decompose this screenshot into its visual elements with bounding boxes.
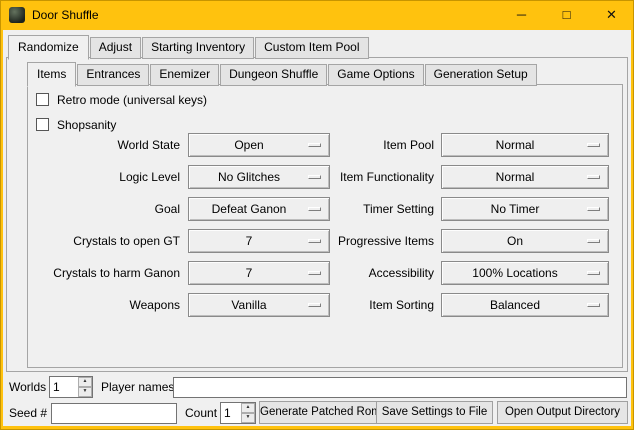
window-body: Randomize Adjust Starting Inventory Cust… [3, 30, 631, 426]
tab-randomize[interactable]: Randomize [8, 35, 89, 60]
maximize-icon[interactable]: □ [544, 0, 589, 30]
item-pool-value: Normal [446, 134, 584, 156]
tab-starting-inventory[interactable]: Starting Inventory [142, 37, 254, 59]
retro-mode-checkbox[interactable] [36, 93, 49, 106]
settings-row-3: Goal Defeat Ganon Timer Setting No Timer [28, 197, 622, 221]
shopsanity-label: Shopsanity [57, 118, 116, 132]
settings-row-4: Crystals to open GT 7 Progressive Items … [28, 229, 622, 253]
app-window: Door Shuffle ─ □ ✕ Randomize Adjust Star… [0, 0, 634, 430]
spin-down-icon[interactable]: ▼ [241, 413, 255, 423]
tab-items[interactable]: Items [27, 62, 76, 87]
goal-label: Goal [28, 197, 180, 221]
progressive-items-label: Progressive Items [280, 229, 434, 253]
window-title: Door Shuffle [32, 0, 99, 30]
item-sorting-label: Item Sorting [280, 293, 434, 317]
tab-generation-setup[interactable]: Generation Setup [425, 64, 537, 86]
close-icon[interactable]: ✕ [589, 0, 634, 30]
accessibility-value: 100% Locations [446, 262, 584, 284]
player-names-label: Player names [101, 376, 174, 398]
item-pool-dropdown[interactable]: Normal [441, 133, 609, 157]
dropdown-indicator-icon [587, 239, 600, 243]
settings-row-6: Weapons Vanilla Item Sorting Balanced [28, 293, 622, 317]
progressive-items-dropdown[interactable]: On [441, 229, 609, 253]
spin-up-icon[interactable]: ▲ [78, 377, 92, 387]
save-settings-button[interactable]: Save Settings to File [376, 401, 493, 424]
item-sorting-value: Balanced [446, 294, 584, 316]
settings-row-2: Logic Level No Glitches Item Functionali… [28, 165, 622, 189]
progressive-items-value: On [446, 230, 584, 252]
item-sorting-dropdown[interactable]: Balanced [441, 293, 609, 317]
window-controls: ─ □ ✕ [499, 0, 634, 30]
dropdown-indicator-icon [587, 207, 600, 211]
logic-level-label: Logic Level [28, 165, 180, 189]
timer-setting-dropdown[interactable]: No Timer [441, 197, 609, 221]
retro-mode-row: Retro mode (universal keys) [36, 91, 207, 108]
timer-setting-label: Timer Setting [280, 197, 434, 221]
tab-enemizer[interactable]: Enemizer [150, 64, 219, 86]
spin-up-icon[interactable]: ▲ [241, 403, 255, 413]
settings-row-5: Crystals to harm Ganon 7 Accessibility 1… [28, 261, 622, 285]
tab-custom-item-pool[interactable]: Custom Item Pool [255, 37, 368, 59]
minimize-icon[interactable]: ─ [499, 0, 544, 30]
tab-game-options[interactable]: Game Options [328, 64, 423, 86]
seed-input[interactable] [51, 403, 177, 424]
timer-setting-value: No Timer [446, 198, 584, 220]
crystals-open-gt-label: Crystals to open GT [28, 229, 180, 253]
items-pane: Retro mode (universal keys) Shopsanity W… [27, 84, 623, 368]
item-pool-label: Item Pool [280, 133, 434, 157]
worlds-spinbox[interactable]: 1 ▲ ▼ [49, 376, 93, 398]
count-spinbox[interactable]: 1 ▲ ▼ [220, 402, 256, 424]
count-value: 1 [221, 403, 241, 423]
worlds-label: Worlds [9, 376, 46, 398]
dropdown-indicator-icon [587, 271, 600, 275]
shopsanity-checkbox[interactable] [36, 118, 49, 131]
spin-down-icon[interactable]: ▼ [78, 387, 92, 397]
world-state-label: World State [28, 133, 180, 157]
player-names-input[interactable] [173, 377, 627, 398]
seed-label: Seed # [9, 402, 47, 424]
retro-mode-label: Retro mode (universal keys) [57, 93, 207, 107]
worlds-spin-buttons: ▲ ▼ [78, 377, 92, 397]
main-tab-bar: Randomize Adjust Starting Inventory Cust… [8, 35, 370, 59]
item-functionality-value: Normal [446, 166, 584, 188]
accessibility-label: Accessibility [280, 261, 434, 285]
count-spin-buttons: ▲ ▼ [241, 403, 255, 423]
settings-row-1: World State Open Item Pool Normal [28, 133, 622, 157]
weapons-label: Weapons [28, 293, 180, 317]
item-functionality-dropdown[interactable]: Normal [441, 165, 609, 189]
dropdown-indicator-icon [587, 175, 600, 179]
count-label: Count [185, 402, 217, 424]
crystals-harm-ganon-label: Crystals to harm Ganon [28, 261, 180, 285]
tab-dungeon-shuffle[interactable]: Dungeon Shuffle [220, 64, 327, 86]
shopsanity-row: Shopsanity [36, 116, 116, 133]
app-icon [9, 7, 25, 23]
open-output-button[interactable]: Open Output Directory [497, 401, 628, 424]
generate-rom-button[interactable]: Generate Patched Rom [259, 401, 377, 424]
tab-entrances[interactable]: Entrances [77, 64, 149, 86]
titlebar[interactable]: Door Shuffle ─ □ ✕ [0, 0, 634, 30]
item-functionality-label: Item Functionality [280, 165, 434, 189]
dropdown-indicator-icon [587, 143, 600, 147]
accessibility-dropdown[interactable]: 100% Locations [441, 261, 609, 285]
randomize-pane: Items Entrances Enemizer Dungeon Shuffle… [6, 57, 628, 372]
tab-adjust[interactable]: Adjust [90, 37, 141, 59]
worlds-value: 1 [50, 377, 78, 397]
dropdown-indicator-icon [587, 303, 600, 307]
sub-tab-bar: Items Entrances Enemizer Dungeon Shuffle… [27, 62, 538, 86]
